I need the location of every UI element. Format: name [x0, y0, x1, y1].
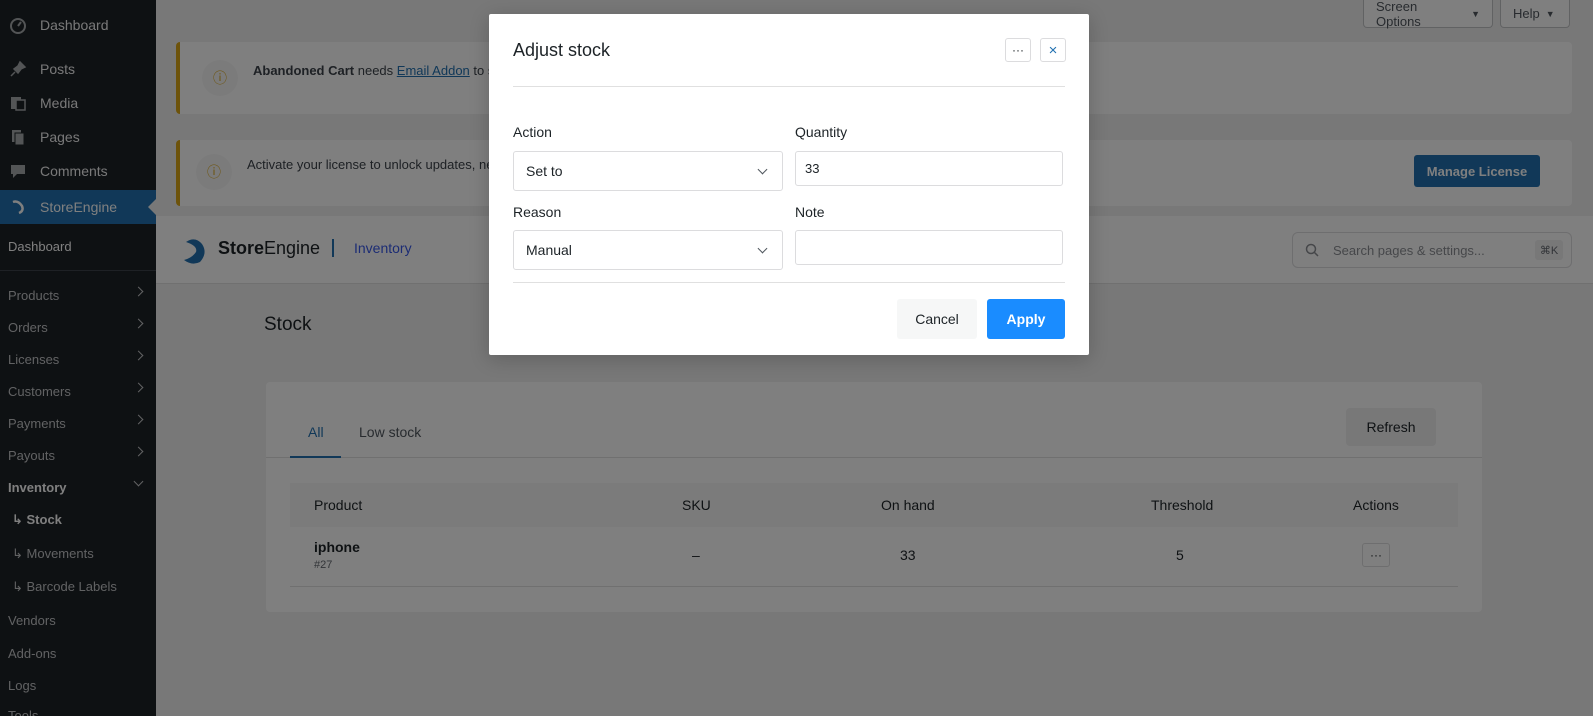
close-button[interactable]: × — [1040, 38, 1066, 62]
close-icon: × — [1048, 41, 1058, 59]
action-select-value: Set to — [526, 163, 563, 179]
more-options-button[interactable]: ··· — [1005, 38, 1031, 62]
note-input[interactable] — [795, 230, 1063, 265]
more-icon: ··· — [1012, 43, 1024, 57]
cancel-button[interactable]: Cancel — [897, 299, 977, 339]
modal-divider — [513, 86, 1065, 87]
chevron-down-icon — [757, 243, 768, 254]
quantity-value: 33 — [805, 161, 820, 176]
note-label: Note — [795, 204, 825, 220]
action-label: Action — [513, 124, 552, 140]
adjust-stock-modal: Adjust stock ··· × Action Set to Quantit… — [489, 14, 1089, 355]
reason-label: Reason — [513, 204, 562, 220]
apply-button[interactable]: Apply — [987, 299, 1065, 339]
modal-title: Adjust stock — [513, 40, 611, 60]
reason-select[interactable]: Manual — [513, 230, 783, 270]
chevron-down-icon — [757, 164, 768, 175]
quantity-label: Quantity — [795, 124, 848, 140]
action-select[interactable]: Set to — [513, 151, 783, 191]
modal-footer-divider — [513, 282, 1065, 283]
quantity-input[interactable]: 33 — [795, 151, 1063, 186]
reason-select-value: Manual — [526, 242, 572, 258]
